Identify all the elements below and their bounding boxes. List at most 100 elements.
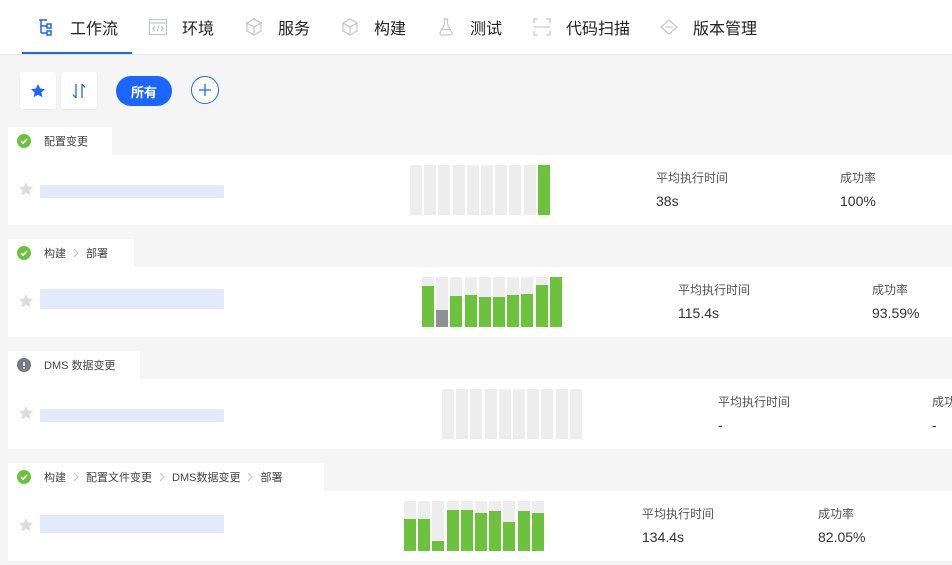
run-slot[interactable] bbox=[535, 277, 548, 327]
run-slot[interactable] bbox=[418, 501, 431, 551]
avg-time-value: - bbox=[718, 417, 723, 433]
code-window-icon bbox=[148, 17, 168, 37]
run-slot[interactable] bbox=[424, 165, 437, 215]
favorite-star-icon[interactable] bbox=[18, 405, 34, 421]
run-slot[interactable] bbox=[493, 277, 505, 327]
tab-label: 版本管理 bbox=[693, 21, 758, 38]
run-slot[interactable] bbox=[503, 501, 516, 551]
stage-name: 配置变更 bbox=[44, 136, 88, 148]
run-slot[interactable] bbox=[507, 277, 520, 327]
run-slot[interactable] bbox=[513, 389, 525, 439]
success-rate-value: 82.05% bbox=[818, 529, 866, 545]
run-bar-success bbox=[432, 541, 445, 551]
tab-environment[interactable]: 环境 bbox=[148, 0, 214, 54]
workflow-name-redacted[interactable] bbox=[40, 185, 224, 198]
run-slot[interactable] bbox=[438, 165, 451, 215]
run-slot[interactable] bbox=[489, 501, 502, 551]
run-slot[interactable] bbox=[450, 277, 463, 327]
avg-time-label: 平均执行时间 bbox=[718, 395, 791, 409]
run-bar-success bbox=[422, 286, 434, 327]
run-slot[interactable] bbox=[517, 501, 530, 551]
tab-version-management[interactable]: 版本管理 bbox=[659, 0, 757, 54]
favorite-star-icon[interactable] bbox=[18, 517, 34, 533]
run-slot[interactable] bbox=[521, 277, 534, 327]
workflow-stages: 构建 部署 bbox=[8, 239, 134, 267]
stage-name: 构建 bbox=[44, 472, 66, 484]
stage-name: 部署 bbox=[86, 248, 108, 260]
tab-label: 服务 bbox=[278, 21, 311, 38]
sort-button[interactable] bbox=[61, 72, 97, 109]
run-slot[interactable] bbox=[523, 165, 536, 215]
run-slot[interactable] bbox=[456, 389, 469, 439]
run-slot[interactable] bbox=[446, 501, 459, 551]
tab-workflow[interactable]: 工作流 bbox=[21, 0, 133, 54]
favorite-filter-button[interactable] bbox=[20, 72, 56, 109]
run-slot[interactable] bbox=[478, 277, 491, 327]
run-slot[interactable] bbox=[436, 277, 449, 327]
favorite-star-icon[interactable] bbox=[18, 293, 34, 309]
run-slot[interactable] bbox=[460, 501, 473, 551]
run-slot[interactable] bbox=[452, 165, 465, 215]
run-slot[interactable] bbox=[466, 165, 479, 215]
avg-time-label: 平均执行时间 bbox=[642, 507, 715, 521]
workflow-name-redacted[interactable] bbox=[40, 289, 224, 309]
success-rate-value: 93.59% bbox=[872, 305, 920, 321]
run-bar-success bbox=[475, 513, 487, 551]
run-slot[interactable] bbox=[569, 389, 582, 439]
run-slot[interactable] bbox=[531, 501, 544, 551]
avg-time-value: 134.4s bbox=[642, 529, 685, 545]
avg-time-value: 115.4s bbox=[678, 305, 719, 321]
run-slot[interactable] bbox=[541, 389, 554, 439]
run-bar-success bbox=[464, 295, 477, 327]
success-rate-label: 成功率 bbox=[932, 395, 952, 409]
avg-time-label: 平均执行时间 bbox=[656, 171, 729, 185]
run-slot[interactable] bbox=[404, 501, 416, 551]
run-bar-success bbox=[446, 510, 459, 551]
run-slot[interactable] bbox=[475, 501, 487, 551]
run-bar-success bbox=[478, 297, 491, 327]
stage-name: DMS数据变更 bbox=[172, 472, 241, 484]
filter-all-button[interactable]: 所有 bbox=[116, 76, 172, 106]
scan-icon bbox=[532, 17, 552, 37]
version-diamond-icon bbox=[659, 17, 679, 37]
workflow-stages: 配置变更 bbox=[8, 127, 112, 155]
run-bar-success bbox=[493, 297, 505, 327]
workflow-name-redacted[interactable] bbox=[40, 409, 224, 422]
workflow-stages: DMS 数据变更 bbox=[8, 351, 140, 379]
run-slot[interactable] bbox=[555, 389, 568, 439]
tab-test[interactable]: 测试 bbox=[436, 0, 502, 54]
run-slot[interactable] bbox=[549, 277, 562, 327]
run-slot[interactable] bbox=[527, 389, 540, 439]
build-cube-icon bbox=[340, 17, 360, 37]
favorite-star-icon[interactable] bbox=[18, 181, 34, 197]
run-bar-success bbox=[517, 511, 530, 551]
success-status-icon bbox=[17, 134, 31, 148]
run-slot[interactable] bbox=[495, 165, 508, 215]
run-slot[interactable] bbox=[470, 389, 483, 439]
add-filter-button[interactable] bbox=[191, 76, 219, 104]
workflow-name-redacted[interactable] bbox=[40, 515, 224, 533]
tab-label: 工作流 bbox=[70, 21, 119, 38]
run-slot[interactable] bbox=[422, 277, 434, 327]
run-slot[interactable] bbox=[464, 277, 477, 327]
chevron-right-icon bbox=[246, 472, 254, 482]
sort-icon bbox=[72, 83, 86, 98]
run-slot[interactable] bbox=[432, 501, 445, 551]
run-slot[interactable] bbox=[442, 389, 454, 439]
run-slot[interactable] bbox=[484, 389, 497, 439]
workflow-body: 平均执行时间 115.4s 成功率 93.59% bbox=[8, 267, 952, 337]
run-slot[interactable] bbox=[410, 165, 422, 215]
tab-label: 测试 bbox=[470, 21, 503, 38]
tab-code-scan[interactable]: 代码扫描 bbox=[532, 0, 630, 54]
run-slot[interactable] bbox=[509, 165, 522, 215]
tab-build[interactable]: 构建 bbox=[340, 0, 406, 54]
run-history-chart bbox=[422, 277, 566, 327]
run-history-chart bbox=[410, 165, 554, 215]
run-bar-success bbox=[503, 522, 516, 551]
run-bar-success bbox=[535, 285, 548, 327]
tab-service[interactable]: 服务 bbox=[244, 0, 310, 54]
run-slot[interactable] bbox=[537, 165, 550, 215]
run-slot[interactable] bbox=[498, 389, 511, 439]
chevron-right-icon bbox=[72, 248, 80, 258]
run-slot[interactable] bbox=[481, 165, 493, 215]
